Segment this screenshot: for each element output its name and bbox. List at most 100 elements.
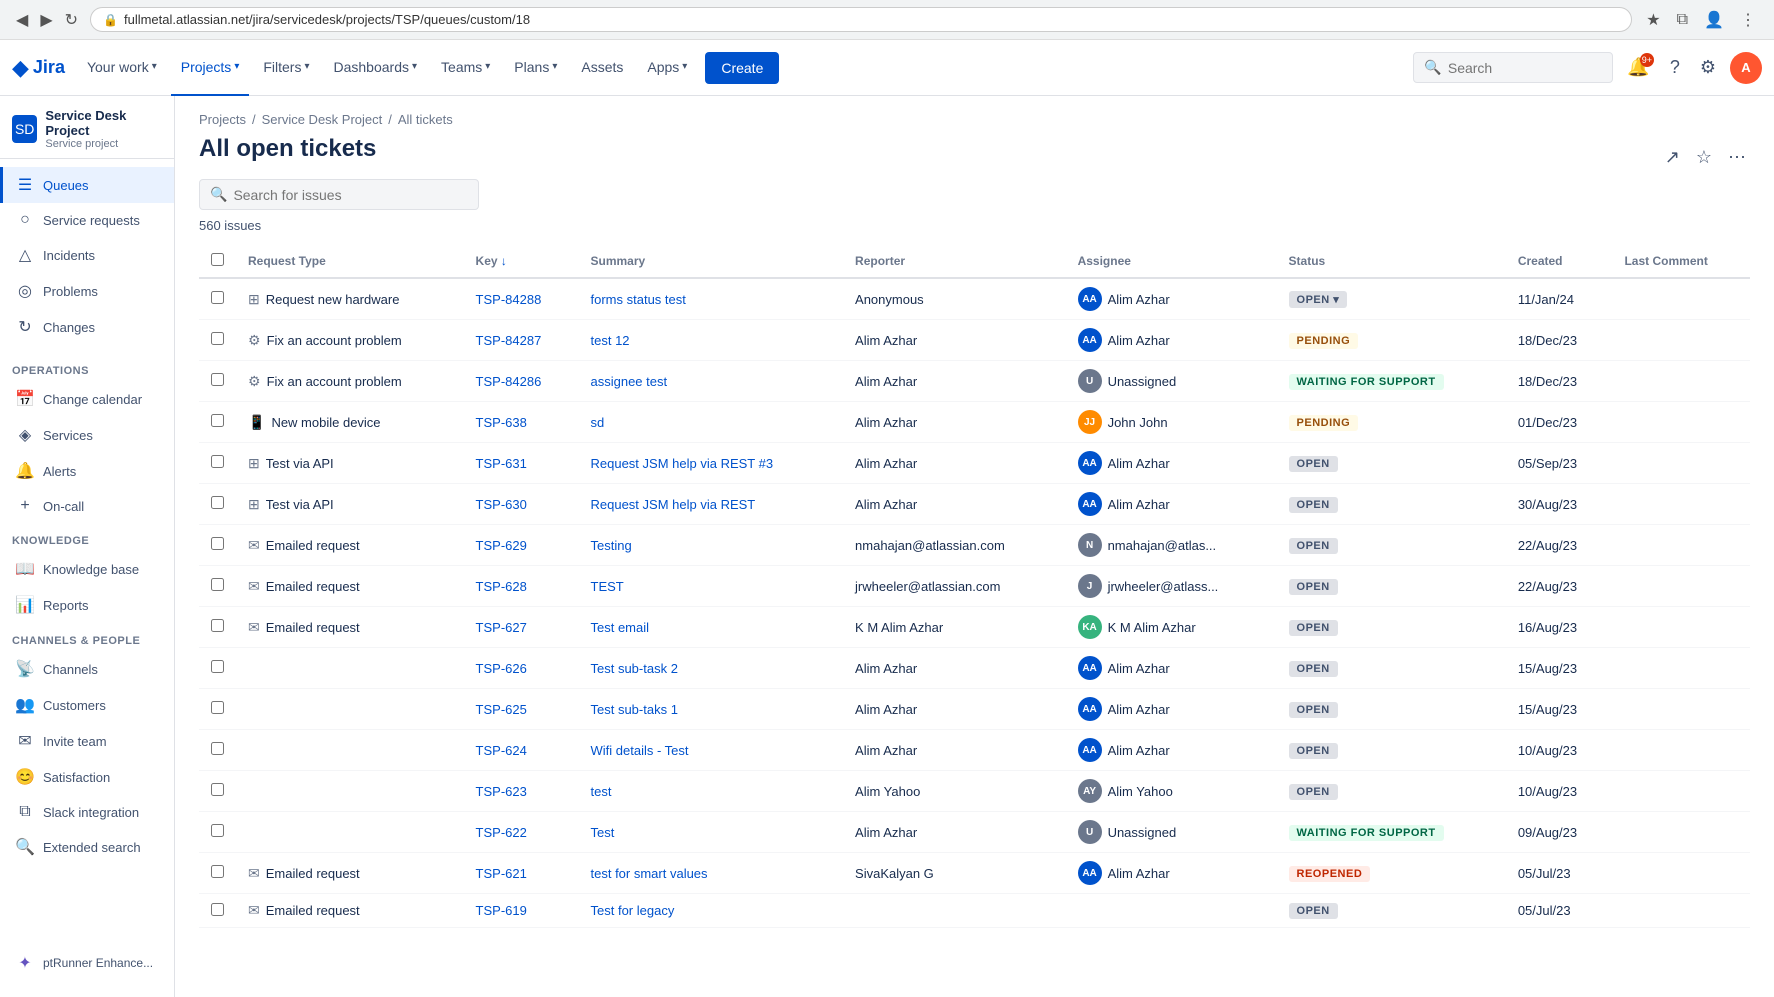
sidebar-item-satisfaction[interactable]: 😊 Satisfaction <box>0 759 174 795</box>
breadcrumb-projects[interactable]: Projects <box>199 112 246 127</box>
issue-summary-link[interactable]: test for smart values <box>591 866 708 881</box>
issue-key-link[interactable]: TSP-623 <box>476 784 527 799</box>
sidebar-item-alerts[interactable]: 🔔 Alerts <box>0 453 174 489</box>
select-all-checkbox[interactable] <box>211 253 224 266</box>
row-checkbox-cell[interactable] <box>199 607 236 648</box>
table-row[interactable]: ⚙Fix an account problem TSP-84287 test 1… <box>199 320 1750 361</box>
table-row[interactable]: ⚙Fix an account problem TSP-84286 assign… <box>199 361 1750 402</box>
row-checkbox-cell[interactable] <box>199 361 236 402</box>
summary-cell[interactable]: Testing <box>579 525 844 566</box>
nav-filters[interactable]: Filters ▾ <box>253 40 319 96</box>
settings-button[interactable]: ⚙ <box>1694 51 1722 84</box>
issue-summary-link[interactable]: test <box>591 784 612 799</box>
notifications-button[interactable]: 🔔 9+ <box>1621 51 1655 84</box>
sidebar-item-service-requests[interactable]: ○ Service requests <box>0 203 174 237</box>
row-checkbox-cell[interactable] <box>199 648 236 689</box>
row-checkbox[interactable] <box>211 373 224 386</box>
extensions-icon[interactable]: ⧉ <box>1671 6 1694 34</box>
key-cell[interactable]: TSP-626 <box>464 648 579 689</box>
row-checkbox-cell[interactable] <box>199 278 236 320</box>
issue-summary-link[interactable]: Test sub-taks 1 <box>591 702 678 717</box>
row-checkbox[interactable] <box>211 742 224 755</box>
row-checkbox[interactable] <box>211 783 224 796</box>
issue-key-link[interactable]: TSP-84286 <box>476 374 542 389</box>
nav-apps[interactable]: Apps ▾ <box>637 40 697 96</box>
sidebar-item-ptrunner[interactable]: ✦ ptRunner Enhance... <box>0 945 174 981</box>
table-row[interactable]: ✉Emailed request TSP-621 test for smart … <box>199 853 1750 894</box>
table-row[interactable]: ✉Emailed request TSP-629 Testing nmahaja… <box>199 525 1750 566</box>
profile-icon[interactable]: 👤 <box>1698 6 1730 34</box>
key-cell[interactable]: TSP-622 <box>464 812 579 853</box>
key-cell[interactable]: TSP-627 <box>464 607 579 648</box>
issue-key-link[interactable]: TSP-638 <box>476 415 527 430</box>
global-search[interactable]: 🔍 <box>1413 52 1613 83</box>
col-key[interactable]: Key ↓ <box>464 245 579 278</box>
summary-cell[interactable]: test for smart values <box>579 853 844 894</box>
row-checkbox[interactable] <box>211 332 224 345</box>
table-row[interactable]: TSP-626 Test sub-task 2 Alim Azhar AAAli… <box>199 648 1750 689</box>
row-checkbox[interactable] <box>211 291 224 304</box>
summary-cell[interactable]: sd <box>579 402 844 443</box>
row-checkbox-cell[interactable] <box>199 484 236 525</box>
row-checkbox-cell[interactable] <box>199 402 236 443</box>
create-button[interactable]: Create <box>705 52 779 84</box>
summary-cell[interactable]: Test for legacy <box>579 894 844 928</box>
summary-cell[interactable]: Test sub-taks 1 <box>579 689 844 730</box>
row-checkbox[interactable] <box>211 414 224 427</box>
row-checkbox[interactable] <box>211 660 224 673</box>
key-cell[interactable]: TSP-628 <box>464 566 579 607</box>
key-cell[interactable]: TSP-84288 <box>464 278 579 320</box>
key-cell[interactable]: TSP-623 <box>464 771 579 812</box>
key-cell[interactable]: TSP-84286 <box>464 361 579 402</box>
row-checkbox[interactable] <box>211 537 224 550</box>
summary-cell[interactable]: Request JSM help via REST #3 <box>579 443 844 484</box>
table-row[interactable]: TSP-623 test Alim Yahoo AYAlim Yahoo OPE… <box>199 771 1750 812</box>
table-row[interactable]: TSP-624 Wifi details - Test Alim Azhar A… <box>199 730 1750 771</box>
issue-key-link[interactable]: TSP-84287 <box>476 333 542 348</box>
summary-cell[interactable]: Test email <box>579 607 844 648</box>
table-row[interactable]: ⊞Test via API TSP-631 Request JSM help v… <box>199 443 1750 484</box>
col-request-type[interactable]: Request Type <box>236 245 464 278</box>
row-checkbox[interactable] <box>211 578 224 591</box>
issue-summary-link[interactable]: Testing <box>591 538 632 553</box>
row-checkbox[interactable] <box>211 619 224 632</box>
sidebar-item-incidents[interactable]: △ Incidents <box>0 237 174 273</box>
issue-key-link[interactable]: TSP-630 <box>476 497 527 512</box>
issue-summary-link[interactable]: test 12 <box>591 333 630 348</box>
issue-summary-link[interactable]: forms status test <box>591 292 686 307</box>
sidebar-item-customers[interactable]: 👥 Customers <box>0 687 174 723</box>
issue-key-link[interactable]: TSP-628 <box>476 579 527 594</box>
row-checkbox-cell[interactable] <box>199 443 236 484</box>
table-row[interactable]: ⊞Request new hardware TSP-84288 forms st… <box>199 278 1750 320</box>
row-checkbox-cell[interactable] <box>199 525 236 566</box>
help-button[interactable]: ? <box>1664 51 1686 84</box>
issue-key-link[interactable]: TSP-621 <box>476 866 527 881</box>
key-cell[interactable]: TSP-631 <box>464 443 579 484</box>
row-checkbox[interactable] <box>211 865 224 878</box>
table-row[interactable]: TSP-622 Test Alim Azhar UUnassigned WAIT… <box>199 812 1750 853</box>
issue-key-link[interactable]: TSP-627 <box>476 620 527 635</box>
sidebar-item-change-calendar[interactable]: 📅 Change calendar <box>0 381 174 417</box>
issue-summary-link[interactable]: Test sub-task 2 <box>591 661 678 676</box>
forward-button[interactable]: ▶ <box>36 6 56 34</box>
row-checkbox-cell[interactable] <box>199 689 236 730</box>
nav-projects[interactable]: Projects ▾ <box>171 40 250 96</box>
sidebar-item-slack[interactable]: ⧉ Slack integration <box>0 795 174 829</box>
sidebar-item-services[interactable]: ◈ Services <box>0 417 174 453</box>
row-checkbox[interactable] <box>211 701 224 714</box>
issue-key-link[interactable]: TSP-624 <box>476 743 527 758</box>
issue-key-link[interactable]: TSP-622 <box>476 825 527 840</box>
key-cell[interactable]: TSP-629 <box>464 525 579 566</box>
nav-your-work[interactable]: Your work ▾ <box>77 40 167 96</box>
nav-dashboards[interactable]: Dashboards ▾ <box>324 40 428 96</box>
table-row[interactable]: ✉Emailed request TSP-628 TEST jrwheeler@… <box>199 566 1750 607</box>
row-checkbox[interactable] <box>211 824 224 837</box>
issue-key-link[interactable]: TSP-626 <box>476 661 527 676</box>
back-button[interactable]: ◀ <box>12 6 32 34</box>
row-checkbox-cell[interactable] <box>199 730 236 771</box>
bookmark-icon[interactable]: ★ <box>1640 6 1666 34</box>
summary-cell[interactable]: Request JSM help via REST <box>579 484 844 525</box>
nav-teams[interactable]: Teams ▾ <box>431 40 500 96</box>
open-external-icon[interactable]: ↗ <box>1661 143 1684 172</box>
menu-icon[interactable]: ⋮ <box>1734 6 1762 34</box>
